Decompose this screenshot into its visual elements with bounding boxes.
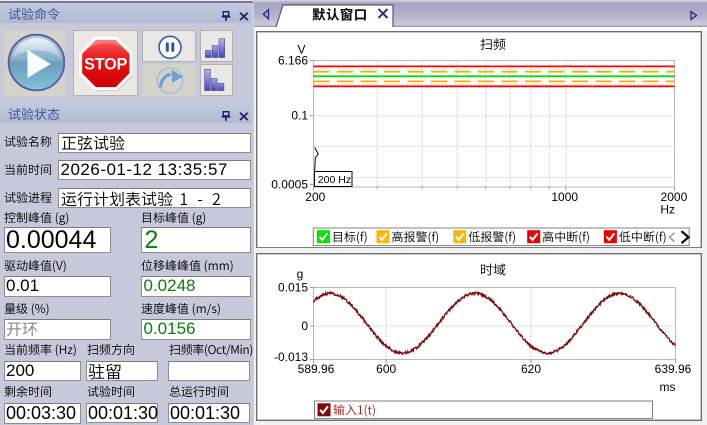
svg-text:0.015: 0.015 [277,280,307,294]
svg-text:STOP: STOP [84,56,127,74]
svg-text:639.96: 639.96 [654,362,691,376]
svg-text:6.166: 6.166 [277,53,307,67]
svg-text:0.1: 0.1 [291,108,308,122]
svg-text:600: 600 [376,362,396,376]
svg-text:200: 200 [305,190,325,204]
svg-text:620: 620 [520,362,540,376]
svg-text:g: g [296,267,303,281]
svg-text:0.0005: 0.0005 [271,177,308,191]
svg-text:Hz: Hz [660,202,675,216]
svg-text:0: 0 [301,319,308,333]
svg-text:1000: 1000 [551,190,578,204]
svg-text:589.96: 589.96 [297,362,334,376]
svg-text:ms: ms [659,380,675,394]
svg-text:200 Hz: 200 Hz [317,173,350,185]
